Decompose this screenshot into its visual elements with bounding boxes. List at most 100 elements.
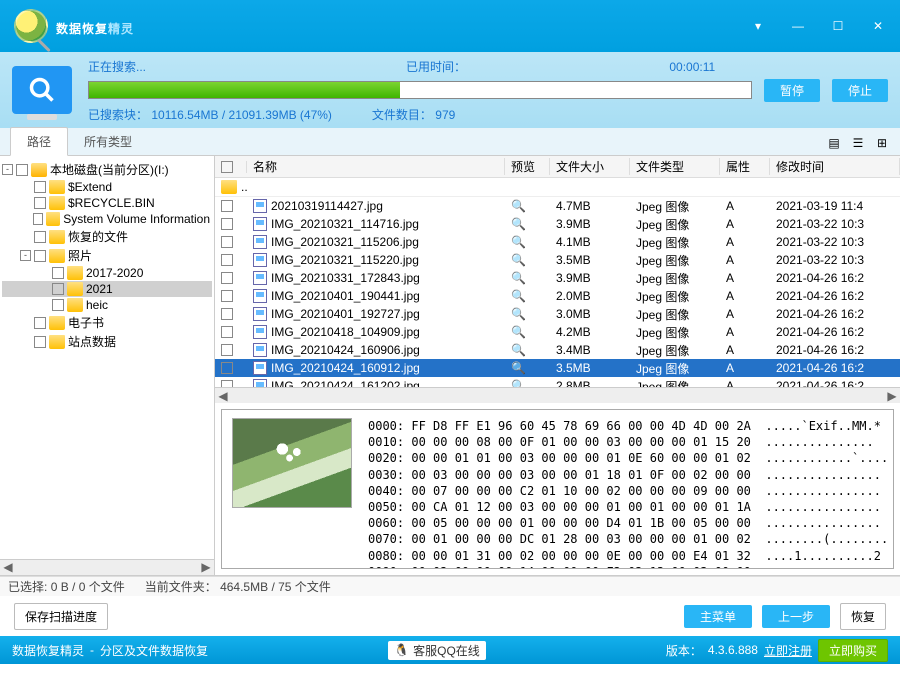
tree-expander-icon[interactable]: [20, 231, 31, 242]
recover-button[interactable]: 恢复: [840, 603, 886, 630]
stop-button[interactable]: 停止: [832, 79, 888, 102]
file-row[interactable]: IMG_20210418_104909.jpg🔍4.2MBJpeg 图像A202…: [215, 323, 900, 341]
pause-button[interactable]: 暂停: [764, 79, 820, 102]
col-type[interactable]: 文件类型: [630, 158, 720, 175]
preview-magnifier-icon[interactable]: 🔍: [511, 325, 526, 339]
col-attr[interactable]: 属性: [720, 158, 770, 175]
file-checkbox[interactable]: [221, 254, 233, 266]
tree-checkbox[interactable]: [34, 336, 46, 348]
file-row[interactable]: IMG_20210424_160912.jpg🔍3.5MBJpeg 图像A202…: [215, 359, 900, 377]
tree-node[interactable]: 站点数据: [2, 332, 212, 351]
tree-expander-icon[interactable]: [20, 182, 31, 193]
prev-step-button[interactable]: 上一步: [762, 605, 830, 628]
buy-button[interactable]: 立即购买: [818, 639, 888, 662]
preview-magnifier-icon[interactable]: 🔍: [511, 235, 526, 249]
tree-expander-icon[interactable]: -: [2, 164, 13, 175]
file-checkbox[interactable]: [221, 362, 233, 374]
tab-path[interactable]: 路径: [10, 127, 68, 156]
view-list-icon[interactable]: ☰: [850, 135, 866, 151]
col-size[interactable]: 文件大小: [550, 158, 630, 175]
tree-checkbox[interactable]: [34, 231, 46, 243]
file-checkbox[interactable]: [221, 326, 233, 338]
preview-magnifier-icon[interactable]: 🔍: [511, 253, 526, 267]
file-row[interactable]: IMG_20210321_115206.jpg🔍4.1MBJpeg 图像A202…: [215, 233, 900, 251]
tree-checkbox[interactable]: [33, 213, 44, 225]
preview-magnifier-icon[interactable]: 🔍: [511, 361, 526, 375]
list-h-scrollbar[interactable]: ◀▶: [215, 387, 900, 403]
tree-node[interactable]: 电子书: [2, 313, 212, 332]
file-checkbox[interactable]: [221, 200, 233, 212]
tree-node[interactable]: 2021: [2, 281, 212, 297]
tree-checkbox[interactable]: [52, 283, 64, 295]
view-thumbs-icon[interactable]: ⊞: [874, 135, 890, 151]
tree-node[interactable]: 恢复的文件: [2, 227, 212, 246]
file-checkbox[interactable]: [221, 218, 233, 230]
tab-all-types[interactable]: 所有类型: [68, 128, 148, 155]
minimize-icon[interactable]: —: [790, 18, 806, 34]
tree-checkbox[interactable]: [34, 181, 46, 193]
file-checkbox[interactable]: [221, 236, 233, 248]
qq-support-button[interactable]: 🐧 客服QQ在线: [388, 641, 486, 660]
col-mtime[interactable]: 修改时间: [770, 158, 900, 175]
tree-h-scrollbar[interactable]: ◀▶: [0, 559, 214, 575]
tree-expander-icon[interactable]: [20, 317, 31, 328]
preview-magnifier-icon[interactable]: 🔍: [511, 307, 526, 321]
tree-node[interactable]: -照片: [2, 246, 212, 265]
folder-tree[interactable]: -本地磁盘(当前分区)(I:)$Extend$RECYCLE.BINSystem…: [0, 156, 214, 559]
tree-checkbox[interactable]: [52, 299, 64, 311]
file-rows[interactable]: 20210319114427.jpg🔍4.7MBJpeg 图像A2021-03-…: [215, 197, 900, 387]
tree-node[interactable]: $RECYCLE.BIN: [2, 195, 212, 211]
menu-dropdown-icon[interactable]: ▾: [750, 18, 766, 34]
tree-expander-icon[interactable]: [38, 268, 49, 279]
file-row[interactable]: IMG_20210424_161202.jpg🔍2.8MBJpeg 图像A202…: [215, 377, 900, 387]
hex-view[interactable]: 0000: FF D8 FF E1 96 60 45 78 69 66 00 0…: [362, 410, 893, 568]
tree-node[interactable]: System Volume Information: [2, 211, 212, 227]
preview-magnifier-icon[interactable]: 🔍: [511, 217, 526, 231]
tree-node[interactable]: heic: [2, 297, 212, 313]
file-checkbox[interactable]: [221, 272, 233, 284]
view-details-icon[interactable]: ▤: [826, 135, 842, 151]
tree-expander-icon[interactable]: [20, 336, 31, 347]
file-row[interactable]: IMG_20210331_172843.jpg🔍3.9MBJpeg 图像A202…: [215, 269, 900, 287]
maximize-icon[interactable]: ☐: [830, 18, 846, 34]
tree-node[interactable]: 2017-2020: [2, 265, 212, 281]
file-list-header[interactable]: 名称 预览 文件大小 文件类型 属性 修改时间: [215, 156, 900, 178]
tree-checkbox[interactable]: [52, 267, 64, 279]
tree-checkbox[interactable]: [34, 250, 46, 262]
file-attr: A: [720, 271, 770, 285]
select-all-checkbox[interactable]: [221, 161, 233, 173]
file-row[interactable]: IMG_20210321_115220.jpg🔍3.5MBJpeg 图像A202…: [215, 251, 900, 269]
file-checkbox[interactable]: [221, 290, 233, 302]
register-link[interactable]: 立即注册: [764, 642, 812, 659]
up-directory[interactable]: ..: [215, 178, 900, 197]
file-checkbox[interactable]: [221, 380, 233, 387]
preview-magnifier-icon[interactable]: 🔍: [511, 343, 526, 357]
file-row[interactable]: IMG_20210321_114716.jpg🔍3.9MBJpeg 图像A202…: [215, 215, 900, 233]
close-icon[interactable]: ✕: [870, 18, 886, 34]
tree-expander-icon[interactable]: [20, 198, 31, 209]
save-progress-button[interactable]: 保存扫描进度: [14, 603, 108, 630]
main-menu-button[interactable]: 主菜单: [684, 605, 752, 628]
tree-expander-icon[interactable]: [38, 284, 49, 295]
file-row[interactable]: IMG_20210424_160906.jpg🔍3.4MBJpeg 图像A202…: [215, 341, 900, 359]
preview-thumbnail[interactable]: [232, 418, 352, 508]
preview-magnifier-icon[interactable]: 🔍: [511, 289, 526, 303]
tree-expander-icon[interactable]: -: [20, 250, 31, 261]
file-row[interactable]: IMG_20210401_190441.jpg🔍2.0MBJpeg 图像A202…: [215, 287, 900, 305]
file-checkbox[interactable]: [221, 344, 233, 356]
tree-expander-icon[interactable]: [20, 214, 30, 225]
tree-expander-icon[interactable]: [38, 300, 49, 311]
col-preview[interactable]: 预览: [505, 158, 550, 175]
tree-checkbox[interactable]: [34, 317, 46, 329]
tree-node[interactable]: $Extend: [2, 179, 212, 195]
col-name[interactable]: 名称: [247, 158, 505, 175]
file-row[interactable]: IMG_20210401_192727.jpg🔍3.0MBJpeg 图像A202…: [215, 305, 900, 323]
preview-magnifier-icon[interactable]: 🔍: [511, 271, 526, 285]
preview-magnifier-icon[interactable]: 🔍: [511, 199, 526, 213]
tree-checkbox[interactable]: [16, 164, 28, 176]
tree-checkbox[interactable]: [34, 197, 46, 209]
preview-magnifier-icon[interactable]: 🔍: [511, 379, 526, 387]
file-checkbox[interactable]: [221, 308, 233, 320]
tree-node[interactable]: -本地磁盘(当前分区)(I:): [2, 160, 212, 179]
file-row[interactable]: 20210319114427.jpg🔍4.7MBJpeg 图像A2021-03-…: [215, 197, 900, 215]
